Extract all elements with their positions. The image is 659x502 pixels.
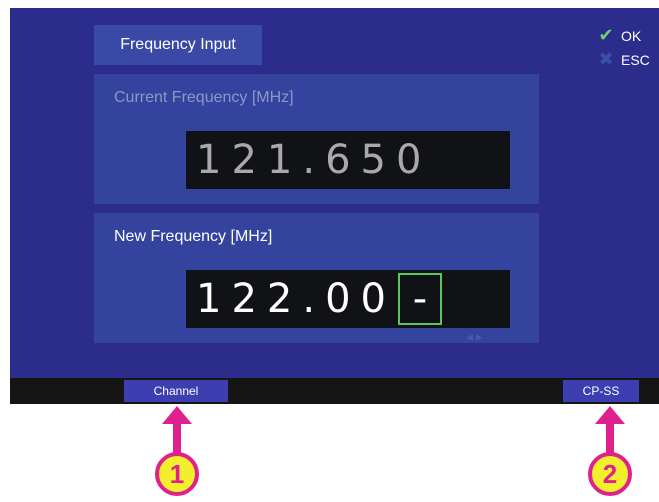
callout-number-2: 2 (602, 458, 618, 489)
current-frequency-display: 121.650 (186, 131, 510, 189)
new-frequency-panel: New Frequency [MHz] 122.00 - (94, 213, 539, 343)
digit-scroll-arrows-icon: ◀▶ (466, 332, 486, 342)
check-icon: ✔ (598, 25, 614, 45)
cp-ss-button[interactable]: CP-SS (563, 380, 639, 402)
esc-softkey[interactable]: ✖ ESC (597, 49, 650, 70)
callout-badge-2: 2 (588, 452, 632, 496)
ok-label: OK (621, 27, 642, 44)
bottom-button-bar (10, 378, 659, 404)
screen-title: Frequency Input (94, 25, 262, 65)
screen-title-text: Frequency Input (120, 36, 236, 53)
cursor-digit[interactable]: - (397, 273, 442, 325)
callout-badge-1: 1 (155, 452, 199, 496)
channel-button[interactable]: Channel (124, 380, 228, 402)
callout-arrow-1 (162, 406, 192, 454)
ok-softkey[interactable]: ✔ OK (597, 25, 641, 46)
x-icon: ✖ (598, 49, 614, 69)
current-frequency-panel: Current Frequency [MHz] 121.650 (94, 74, 539, 204)
new-frequency-label: New Frequency [MHz] (114, 228, 273, 245)
callout-number-1: 1 (169, 458, 185, 489)
callout-arrow-2 (595, 406, 625, 454)
cp-ss-button-label: CP-SS (582, 384, 620, 398)
channel-button-label: Channel (153, 384, 199, 398)
new-frequency-value: 122.00 (196, 276, 396, 322)
current-frequency-label: Current Frequency [MHz] (114, 89, 294, 106)
esc-label: ESC (621, 51, 650, 68)
current-frequency-value: 121.650 (196, 137, 432, 183)
new-frequency-input[interactable]: 122.00 - (186, 270, 510, 328)
